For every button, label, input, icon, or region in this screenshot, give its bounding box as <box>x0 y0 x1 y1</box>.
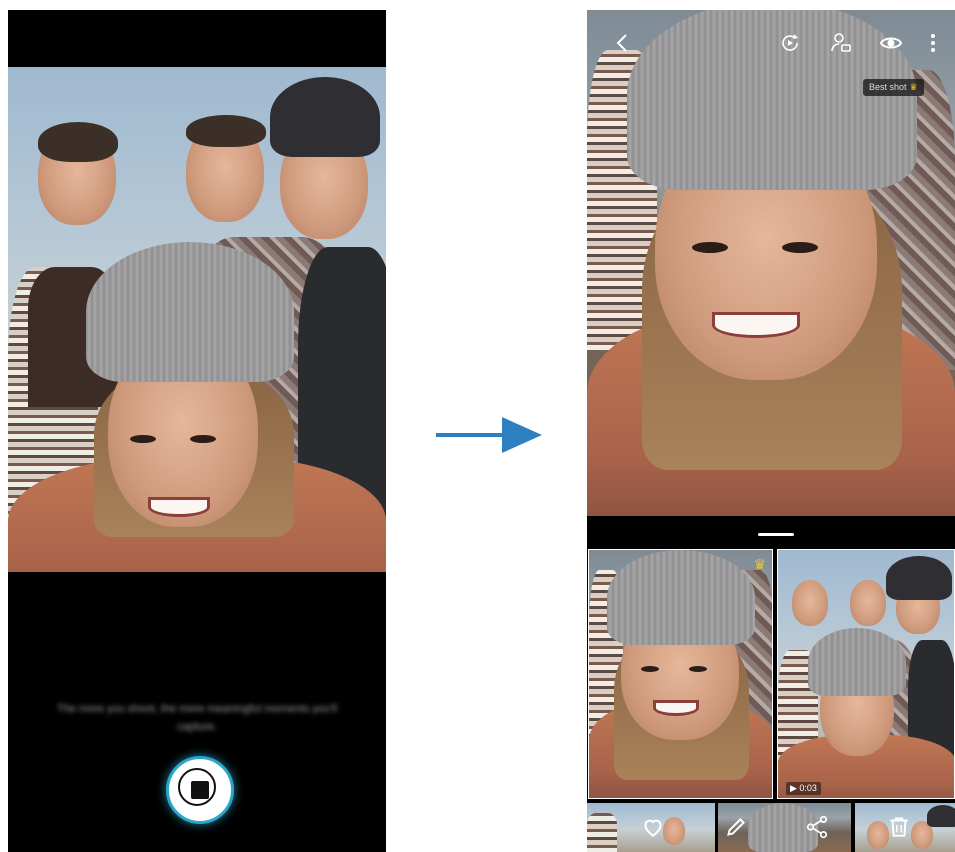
chevron-left-icon <box>616 34 627 52</box>
share-icon <box>806 815 828 839</box>
capture-tip-text: The more you shoot, the more meaningful … <box>56 703 338 733</box>
trash-icon <box>890 817 908 837</box>
share-button[interactable] <box>804 814 830 840</box>
heart-icon <box>644 819 662 837</box>
camera-viewfinder <box>8 67 386 572</box>
pencil-icon <box>727 818 745 836</box>
stop-icon <box>191 781 209 799</box>
video-duration: 0:03 <box>799 783 817 793</box>
best-shot-label: Best shot <box>869 82 907 92</box>
eye-icon <box>879 37 903 49</box>
crown-icon: ♛ <box>753 556 766 572</box>
video-duration-badge: ▶ 0:03 <box>786 782 821 795</box>
replay-button[interactable] <box>778 31 802 55</box>
favorite-button[interactable] <box>640 814 666 840</box>
view-button[interactable] <box>879 31 903 55</box>
delete-button[interactable] <box>886 814 912 840</box>
thumbnail-video[interactable]: ▶ 0:03 <box>777 549 955 799</box>
gallery-screen: Best shot ♛ ♛ ▶ 0:03 <box>587 10 955 852</box>
drag-handle[interactable] <box>758 533 794 536</box>
camera-screen: The more you shoot, the more meaningful … <box>8 10 386 852</box>
more-vertical-icon <box>931 34 935 52</box>
best-shot-badge: Best shot ♛ <box>863 79 924 96</box>
tag-people-button[interactable] <box>829 31 853 55</box>
crown-icon: ♛ <box>909 82 918 92</box>
arrow-right-icon <box>436 417 542 453</box>
person-tag-icon <box>831 33 851 52</box>
more-options-button[interactable] <box>921 31 945 55</box>
thumbnail-best-shot[interactable]: ♛ <box>588 549 773 799</box>
edit-button[interactable] <box>723 814 749 840</box>
back-button[interactable] <box>611 31 635 55</box>
stop-recording-button[interactable] <box>166 756 234 824</box>
rotate-play-icon <box>782 34 798 51</box>
